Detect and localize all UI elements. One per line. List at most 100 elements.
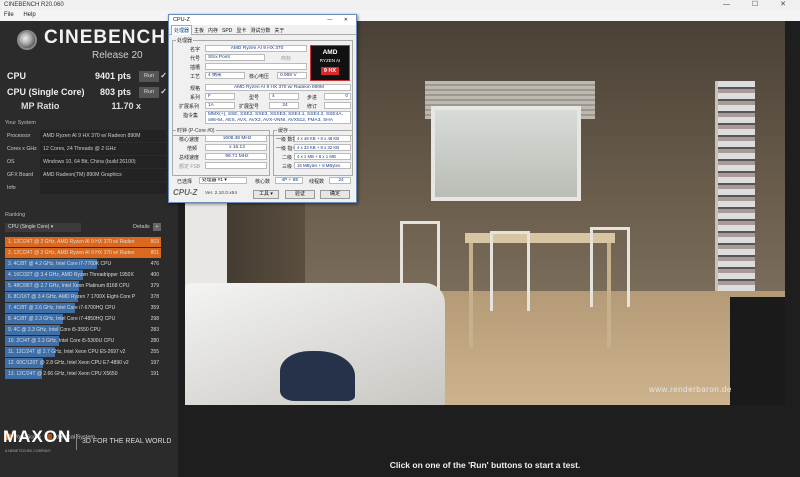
render-pillow (280, 351, 355, 401)
render-table-leg (469, 243, 473, 348)
ext-model-value: 24 (269, 102, 299, 109)
ranking-row[interactable]: 4. 16C/32T @ 3.4 GHz, AMD Ryzen Threadri… (5, 270, 161, 280)
cpuz-tab[interactable]: 关于 (272, 26, 286, 36)
system-row-label: Info (7, 185, 16, 191)
l3-label: 三级 (282, 164, 293, 170)
cinebench-app: CINEBENCH R20.060 — ☐ ✕ File Help CINEBE… (0, 0, 800, 477)
ranking-row[interactable]: 11. 12C/24T @ 2.7 GHz, Intel Xeon CPU E5… (5, 347, 161, 357)
revision-label: 修订 (307, 104, 318, 110)
ranking-row[interactable]: 8. 4C/8T @ 2.3 GHz, Intel Core i7-4850HQ… (5, 314, 161, 324)
status-message: Click on one of the 'Run' buttons to sta… (389, 460, 581, 470)
system-row-label: OS (7, 159, 15, 165)
core-speed-label: 核心速度 (179, 137, 200, 143)
socket-value (205, 63, 307, 70)
system-row: GFX Board AMD Radeon(TM) 890M Graphics (5, 169, 166, 182)
cpu-check-icon[interactable]: ✓ (160, 71, 167, 80)
ranking-row[interactable]: 2. 12C/24T @ 2 GHz, AMD Ryzen AI 9 HX 37… (5, 248, 161, 258)
amd-ryzen-logo: AMD RYZEN AI 9 HX (310, 45, 350, 81)
ranking-row[interactable]: 5. 48C/96T @ 2.7 GHz, Intel Xeon Platinu… (5, 281, 161, 291)
mp-ratio-label: MP Ratio (21, 101, 60, 111)
cinebench-logo-icon (17, 30, 37, 50)
system-row-label: GFX Board (7, 172, 33, 178)
system-row: Info (5, 182, 166, 195)
system-row-value (40, 182, 166, 194)
processor-select[interactable]: 处理器 #1 ▾ (199, 177, 247, 184)
details-toggle-icon[interactable]: + (153, 223, 161, 231)
menu-file[interactable]: File (4, 12, 14, 18)
bus-speed-value: 99.71 MHz (205, 153, 267, 160)
system-row-label: Cores x GHz (7, 146, 37, 152)
render-chair (590, 227, 630, 307)
core-speed-value: 1608.36 MHz (205, 135, 267, 142)
render-watermark: www.renderbaron.de (649, 385, 732, 394)
cpu-label: CPU (7, 71, 27, 81)
ranking-row-score: 359 (150, 305, 159, 311)
cpuz-tab[interactable]: 主板 (192, 26, 206, 36)
cpuz-tab[interactable]: 显卡 (234, 26, 248, 36)
codename-value: Strix Point (205, 54, 265, 61)
details-label[interactable]: Details (133, 224, 150, 230)
ranking-row-label: 12. 60C/120T @ 2.8 GHz, Intel Xeon CPU E… (8, 360, 129, 366)
ranking-row-score: 801 (150, 250, 159, 256)
cpuz-tab[interactable]: SPD (220, 26, 234, 36)
codename-label: 代号 (190, 56, 201, 62)
ranking-row[interactable]: 10. 2C/4T @ 2.3 GHz, Intel Core i5-5300U… (5, 336, 161, 346)
ranking-row-score: 400 (150, 272, 159, 278)
chevron-down-icon: ▾ (224, 178, 227, 183)
ranking-row-label: 7. 4C/8T @ 2.6 GHz, Intel Core i7-6700HQ… (8, 305, 116, 311)
cpu-run-button[interactable]: Run (139, 71, 159, 82)
ranking-row-label: 1. 12C/24T @ 2 GHz, AMD Ryzen AI 9 HX 37… (8, 239, 135, 245)
cpuz-window-controls[interactable]: — ✕ (327, 15, 353, 25)
menu-help[interactable]: Help (23, 12, 35, 18)
single-core-run-button[interactable]: Run (139, 87, 159, 98)
tools-button[interactable]: 工具 ▾ (253, 190, 279, 199)
cpuz-bottom-bar: CPU-Z Ver. 2.10.0.x64 工具 ▾ 验证 确定 (169, 187, 356, 202)
ranking-row-score: 379 (150, 283, 159, 289)
multiplier-label: 倍频 (187, 146, 198, 152)
cpuz-tab[interactable]: 测试分数 (248, 26, 272, 36)
instructions-value: MMX(+), SSE, SSE2, SSE3, SSSE3, SSE4.1, … (205, 111, 351, 124)
clocks-group-title: 时钟 (P-Core #0) (176, 127, 216, 134)
fsb-label: 额定 FSB (179, 164, 201, 170)
ranking-row[interactable]: 7. 4C/8T @ 2.6 GHz, Intel Core i7-6700HQ… (5, 303, 161, 313)
spec-label: 规格 (190, 86, 201, 92)
ranking-row[interactable]: 3. 4C/8T @ 4.2 GHz, Intel Core i7-7700K … (5, 259, 161, 269)
ranking-row-score: 476 (150, 261, 159, 267)
ranking-selector-value: CPU (Single Core) (8, 224, 50, 230)
ranking-row[interactable]: 1. 12C/24T @ 2 GHz, AMD Ryzen AI 9 HX 37… (5, 237, 161, 247)
ranking-selector[interactable]: CPU (Single Core) ▾ (5, 223, 81, 232)
ranking-row-label: 3. 4C/8T @ 4.2 GHz, Intel Core i7-7700K … (8, 261, 112, 267)
render-chair (490, 231, 530, 311)
ranking-row[interactable]: 6. 8C/16T @ 3.4 GHz, AMD Ryzen 7 1700X E… (5, 292, 161, 302)
window-controls[interactable]: — ☐ ✕ (723, 0, 796, 10)
system-row: Processor AMD Ryzen AI 9 HX 370 w/ Radeon… (5, 130, 166, 143)
title-bar: CINEBENCH R20.060 — ☐ ✕ (0, 0, 800, 10)
ranking-row-score: 191 (150, 371, 159, 377)
processor-select-value: 处理器 #1 (202, 178, 224, 183)
ranking-row-score: 283 (150, 327, 159, 333)
ranking-row[interactable]: 12. 60C/120T @ 2.8 GHz, Intel Xeon CPU E… (5, 358, 161, 368)
system-row: Cores x GHz 12 Cores, 24 Threads @ 2 GHz (5, 143, 166, 156)
ranking-row-label: 2. 12C/24T @ 2 GHz, AMD Ryzen AI 9 HX 37… (8, 250, 135, 256)
footer-divider (76, 434, 77, 450)
maxon-logo: MAXON (3, 427, 72, 446)
ok-button[interactable]: 确定 (320, 190, 350, 199)
mp-ratio-value: 11.70 x (111, 101, 141, 111)
cpuz-tab[interactable]: 内存 (206, 26, 220, 36)
cpuz-tab[interactable]: 处理器 (171, 25, 193, 35)
ranking-row[interactable]: 13. 12C/24T @ 2.66 GHz, Intel Xeon CPU X… (5, 369, 161, 379)
system-row-label: Processor (7, 133, 31, 139)
socket-label: 插槽 (190, 65, 201, 71)
cache-group-title: 缓存 (277, 127, 290, 134)
ranking-title: Ranking (5, 212, 26, 218)
model-label: 型号 (249, 95, 260, 101)
ext-model-label: 扩展型号 (239, 104, 260, 110)
cores-value: 4P + 8E (275, 177, 303, 184)
ranking-row[interactable]: 9. 4C @ 3.3 GHz, Intel Core i5-3550 CPU 2… (5, 325, 161, 335)
stepping-label: 步进 (307, 95, 318, 101)
ranking-row-label: 8. 4C/8T @ 2.3 GHz, Intel Core i7-4850HQ… (8, 316, 116, 322)
validate-button[interactable]: 验证 (285, 190, 315, 199)
l3-value: 16 MBytes + 8 MBytes (294, 162, 351, 169)
ranking-row-label: 4. 16C/32T @ 3.4 GHz, AMD Ryzen Threadri… (8, 272, 134, 278)
single-core-check-icon[interactable]: ✓ (160, 87, 167, 96)
